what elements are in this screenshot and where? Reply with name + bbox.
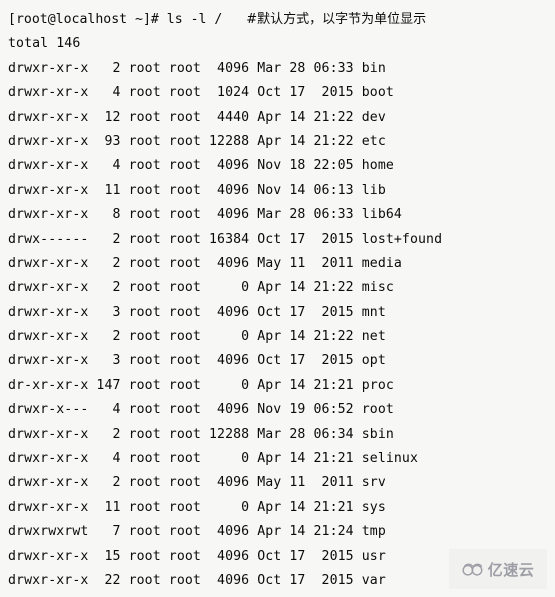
prompt-comment: #默认方式，以字节为单位显示: [246, 12, 427, 27]
watermark: 亿速云: [449, 549, 547, 589]
listing-row: drwxr-xr-x 93 root root 12288 Apr 14 21:…: [8, 133, 386, 149]
listing-row: drwxr-xr-x 11 root root 4096 Nov 14 06:1…: [8, 182, 386, 198]
total-line: total 146: [8, 36, 81, 52]
listing-row: drwxr-xr-x 2 root root 0 Apr 14 21:22 mi…: [8, 280, 394, 296]
listing-row: drwxr-xr-x 11 root root 0 Apr 14 21:21 s…: [8, 499, 386, 515]
listing-row: drwxr-xr-x 2 root root 12288 Mar 28 06:3…: [8, 426, 394, 442]
directory-listing: drwxr-xr-x 2 root root 4096 Mar 28 06:33…: [8, 57, 555, 594]
listing-row: drwxr-xr-x 4 root root 1024 Oct 17 2015 …: [8, 85, 394, 101]
listing-row: drwxr-xr-x 4 root root 0 Apr 14 21:21 se…: [8, 451, 419, 467]
terminal-output[interactable]: [root@localhost ~]# ls -l / #默认方式，以字节为单位…: [0, 0, 555, 597]
watermark-text: 亿速云: [487, 560, 535, 579]
listing-row: drwxr-xr-x 12 root root 4440 Apr 14 21:2…: [8, 109, 386, 125]
listing-row: drwxr-xr-x 3 root root 4096 Oct 17 2015 …: [8, 353, 386, 369]
listing-row: drwxr-xr-x 8 root root 4096 Mar 28 06:33…: [8, 207, 402, 223]
prompt-command: [root@localhost ~]# ls -l /: [8, 12, 247, 27]
listing-row: drwxrwxrwt 7 root root 4096 Apr 14 21:24…: [8, 524, 386, 540]
listing-row: drwxr-xr-x 2 root root 4096 Mar 28 06:33…: [8, 60, 386, 76]
listing-row: dr-xr-xr-x 147 root root 0 Apr 14 21:21 …: [8, 377, 394, 393]
terminal-screenshot: [root@localhost ~]# ls -l / #默认方式，以字节为单位…: [0, 0, 555, 597]
cloud-icon: [462, 562, 484, 577]
listing-row: drwxr-xr-x 4 root root 4096 Nov 18 22:05…: [8, 158, 394, 174]
listing-row: drwxr-xr-x 2 root root 0 Apr 14 21:22 ne…: [8, 329, 386, 345]
listing-row: drwxr-xr-x 2 root root 4096 May 11 2011 …: [8, 475, 386, 491]
listing-row: drwxr-xr-x 3 root root 4096 Oct 17 2015 …: [8, 304, 386, 320]
listing-row: drwx------ 2 root root 16384 Oct 17 2015…: [8, 231, 443, 247]
listing-row: drwxr-x--- 4 root root 4096 Nov 19 06:52…: [8, 402, 394, 418]
prompt-line: [root@localhost ~]# ls -l / #默认方式，以字节为单位…: [8, 8, 555, 32]
listing-row: drwxr-xr-x 2 root root 4096 May 11 2011 …: [8, 255, 402, 271]
